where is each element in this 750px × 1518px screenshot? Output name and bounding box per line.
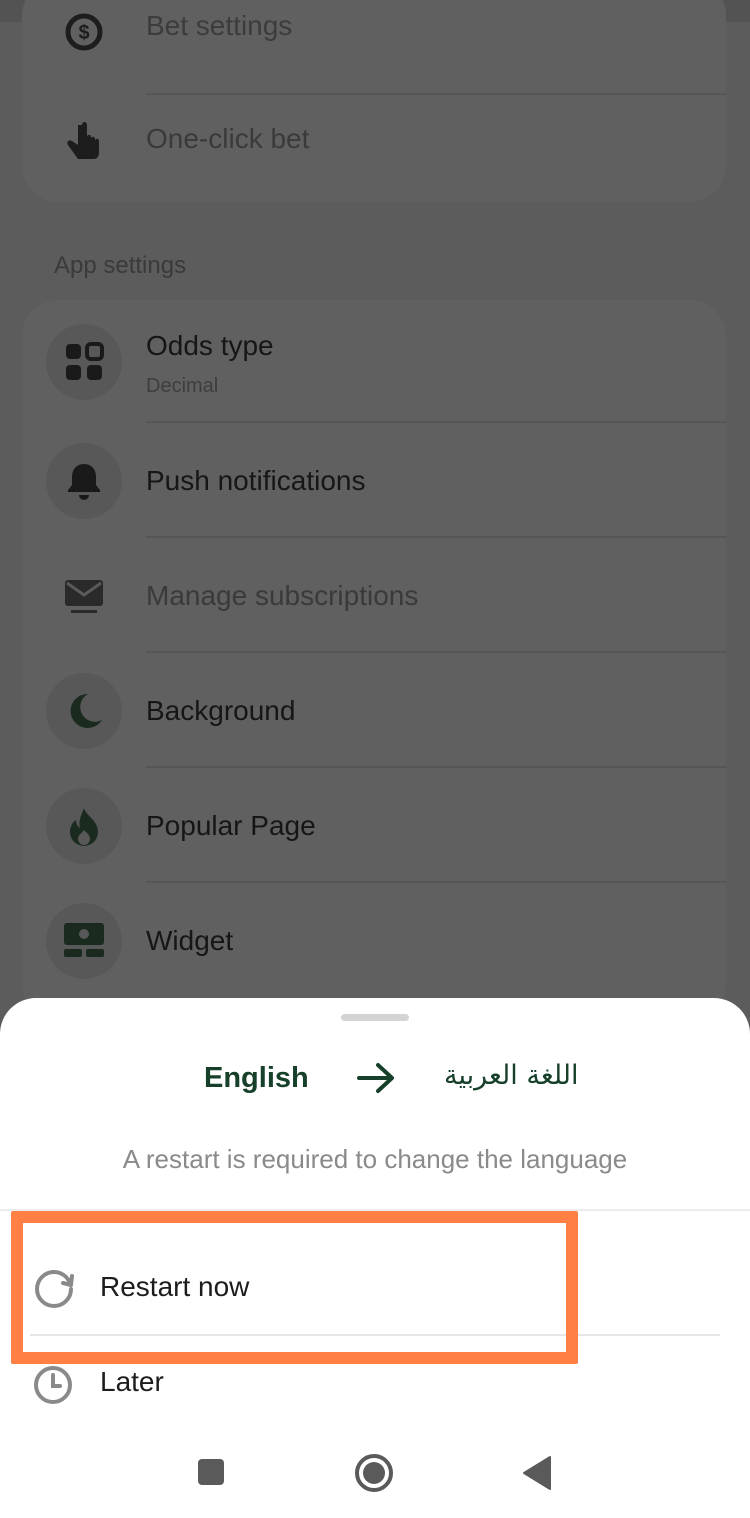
current-language: English	[204, 1062, 309, 1094]
settings-item-label: Widget	[146, 925, 234, 956]
target-language: اللغة العربية	[444, 1060, 579, 1091]
settings-item-label: Odds type	[146, 330, 274, 361]
arrow-right-icon	[356, 1060, 396, 1101]
settings-item-label: Popular Page	[146, 810, 316, 841]
mail-icon	[46, 558, 122, 634]
settings-item-manage-subscriptions[interactable]: Manage subscriptions	[22, 538, 726, 653]
settings-item-widget[interactable]: Widget	[22, 883, 726, 998]
settings-item-label: Bet settings	[146, 10, 293, 41]
flame-icon	[46, 788, 122, 864]
odds-type-value: Decimal	[146, 375, 219, 397]
widget-icon	[46, 903, 122, 979]
bet-settings-card: $ Bet settings One-click bet	[22, 0, 726, 202]
highlight-box	[11, 1211, 578, 1364]
bell-icon	[46, 443, 122, 519]
home-circle-icon[interactable]	[354, 1453, 394, 1493]
grid-icon	[46, 324, 122, 400]
dollar-refresh-icon: $	[46, 0, 122, 70]
restart-notice: A restart is required to change the lang…	[122, 1144, 628, 1174]
settings-item-push-notifications[interactable]: Push notifications	[22, 423, 726, 538]
settings-item-popular-page[interactable]: Popular Page	[22, 768, 726, 883]
svg-text:$: $	[78, 22, 89, 44]
settings-item-background[interactable]: Background	[22, 653, 726, 768]
system-navigation-bar	[0, 1424, 750, 1518]
later-label: Later	[100, 1366, 164, 1397]
recents-square-icon[interactable]	[196, 1457, 226, 1487]
settings-item-label: Push notifications	[146, 465, 366, 496]
app-settings-card: Odds type Decimal Push notifications Man…	[22, 300, 726, 1020]
settings-item-one-click-bet[interactable]: One-click bet	[22, 87, 726, 202]
sheet-drag-handle[interactable]	[341, 1014, 409, 1021]
moon-icon	[46, 673, 122, 749]
section-title-app-settings: App settings	[54, 252, 187, 279]
settings-item-label: One-click bet	[146, 123, 310, 154]
clock-icon	[32, 1364, 76, 1413]
settings-item-bet-settings[interactable]: $ Bet settings	[22, 0, 726, 95]
settings-item-label: Manage subscriptions	[146, 580, 419, 611]
settings-item-label: Background	[146, 695, 296, 726]
back-triangle-icon[interactable]	[522, 1455, 552, 1491]
tap-finger-icon	[46, 105, 122, 181]
settings-item-odds-type[interactable]: Odds type Decimal	[22, 300, 726, 423]
